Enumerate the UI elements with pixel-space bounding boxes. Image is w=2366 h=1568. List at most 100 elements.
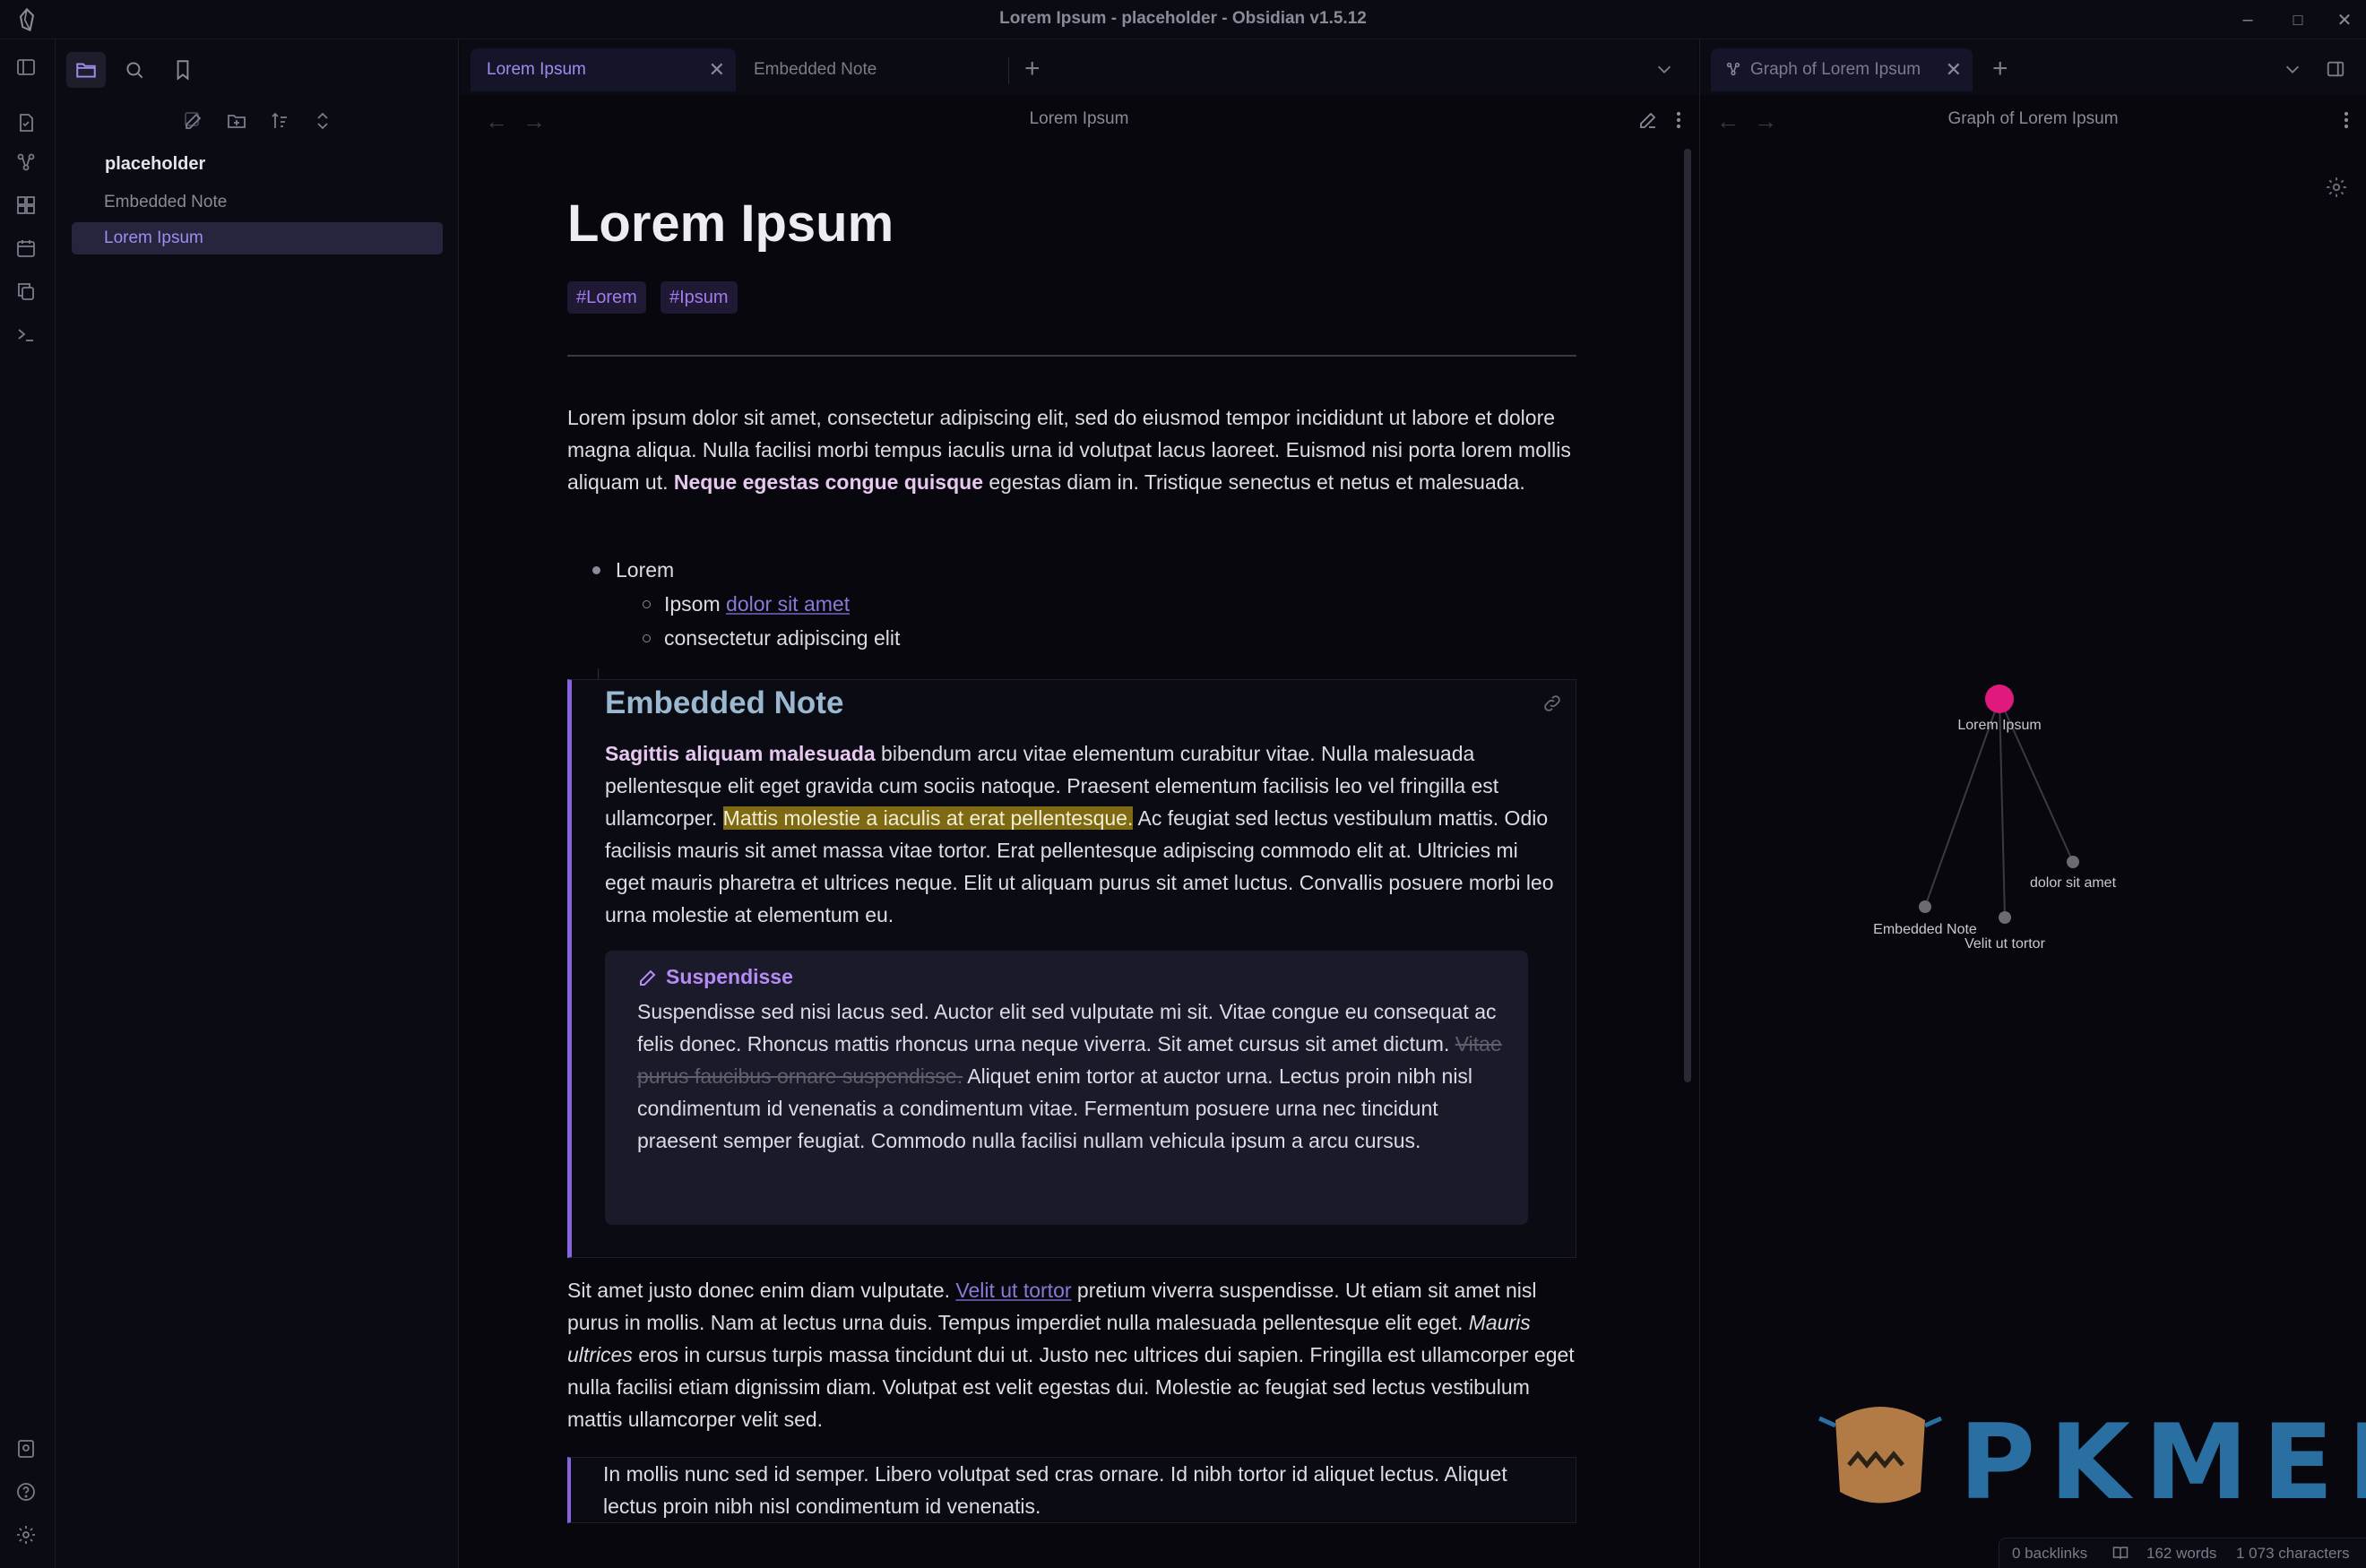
left-ribbon [0, 39, 56, 1568]
note-title[interactable]: Lorem Ipsum [567, 194, 894, 254]
file-item-lorem-ipsum[interactable]: Lorem Ipsum [72, 222, 443, 254]
more-options-icon[interactable] [1668, 109, 1691, 133]
close-tab-icon[interactable]: ✕ [1946, 48, 1962, 91]
open-link-icon[interactable] [1541, 693, 1565, 716]
bullet-ring [643, 600, 651, 608]
file-explorer-sidebar: placeholder Embedded Note Lorem Ipsum [56, 39, 459, 1568]
list-item-text: consectetur adipiscing elit [664, 626, 901, 650]
para-text: eros in cursus turpis massa tincidunt du… [567, 1343, 1575, 1431]
maximize-button[interactable]: □ [2280, 5, 2316, 34]
tab-embedded-note[interactable]: Embedded Note [738, 48, 1003, 91]
callout-block[interactable]: Suspendisse Suspendisse sed nisi lacus s… [605, 951, 1528, 1225]
canvas-icon[interactable] [13, 192, 39, 219]
tab-label: Lorem Ipsum [487, 60, 586, 79]
callout-title: Suspendisse [637, 965, 793, 989]
settings-gear-icon[interactable] [13, 1521, 39, 1548]
editor-scrollbar[interactable] [1684, 149, 1691, 1082]
close-window-button[interactable]: ✕ [2327, 5, 2362, 34]
new-tab-plus-icon[interactable]: + [1024, 56, 1041, 82]
view-title[interactable]: Lorem Ipsum [460, 109, 1698, 129]
pkmer-watermark-logo: PKMER [1809, 1393, 2366, 1523]
para-text: Suspendisse sed nisi lacus sed. Auctor e… [637, 1000, 1497, 1055]
tag-ipsum[interactable]: #Ipsum [661, 281, 738, 314]
pencil-icon [640, 969, 656, 986]
toggle-right-sidebar-icon[interactable] [2326, 59, 2345, 79]
tag-lorem[interactable]: #Lorem [567, 281, 646, 314]
open-quick-switcher-icon[interactable] [13, 109, 39, 136]
toggle-sidebar-icon[interactable] [13, 54, 39, 81]
templates-copy-icon[interactable] [13, 278, 39, 305]
para-text: egestas diam in. Tristique senectus et n… [983, 470, 1525, 494]
para-text: Sit amet justo donec enim diam vulputate… [567, 1279, 956, 1302]
reading-view-book-icon[interactable] [2111, 1544, 2130, 1566]
new-tab-plus-icon[interactable]: + [1992, 56, 2008, 82]
highlighted-text: Mattis molestie a iaculis at erat pellen… [722, 806, 1134, 830]
file-item-embedded-note[interactable]: Embedded Note [72, 186, 443, 219]
tab-label: Embedded Note [754, 60, 877, 79]
command-palette-terminal-icon[interactable] [13, 321, 39, 348]
tab-list-chevron-down-icon[interactable] [2283, 59, 2302, 79]
tab-label: Graph of Lorem Ipsum [1750, 60, 1921, 79]
editor-pane: ← → Lorem Ipsum Lorem Ipsum #Lorem #Ipsu… [460, 95, 1698, 1568]
graph-node-velit[interactable] [1999, 911, 2011, 924]
help-icon[interactable] [13, 1478, 39, 1505]
tab-lorem-ipsum[interactable]: Lorem Ipsum ✕ [471, 48, 736, 91]
graph-node-label: Lorem Ipsum [1957, 718, 2041, 733]
bullet-dot [592, 566, 600, 574]
minimize-button[interactable]: – [2230, 5, 2266, 34]
graph-node-embedded[interactable] [1919, 900, 1931, 913]
paragraph-2[interactable]: Sit amet justo donec enim diam vulputate… [567, 1274, 1576, 1435]
new-folder-icon[interactable] [220, 105, 253, 137]
close-tab-icon[interactable]: ✕ [709, 48, 725, 91]
pkmer-logo-icon [1818, 1407, 1943, 1503]
edit-mode-pencil-icon[interactable] [1637, 109, 1661, 133]
vault-switcher-icon[interactable] [13, 1435, 39, 1462]
search-tab-search-icon[interactable] [115, 52, 154, 88]
embed-title[interactable]: Embedded Note [605, 685, 843, 721]
daily-note-calendar-icon[interactable] [13, 235, 39, 262]
list-item[interactable]: consectetur adipiscing elit [643, 622, 901, 654]
status-bar: 0 backlinks 162 words 1 073 characters [1999, 1538, 2366, 1568]
embed-paragraph[interactable]: Sagittis aliquam malesuada bibendum arcu… [605, 737, 1555, 931]
bold-text: Sagittis aliquam malesuada [605, 742, 876, 765]
editor-tab-bar: Lorem Ipsum ✕ Embedded Note + [460, 39, 1698, 95]
sort-order-icon[interactable] [263, 105, 296, 137]
graph-node-lorem[interactable] [1985, 685, 2014, 713]
graph-view-icon[interactable] [13, 149, 39, 176]
tab-divider [1008, 57, 1009, 84]
callout-paragraph: Suspendisse sed nisi lacus sed. Auctor e… [637, 995, 1515, 1157]
graph-node-label: dolor sit amet [2030, 875, 2117, 891]
new-note-icon[interactable] [177, 105, 210, 137]
character-count: 1 073 characters [2236, 1545, 2350, 1562]
quote-text: In mollis nunc sed id semper. Libero vol… [603, 1462, 1507, 1518]
paragraph-1[interactable]: Lorem ipsum dolor sit amet, consectetur … [567, 401, 1576, 498]
tab-graph-of-lorem-ipsum[interactable]: Graph of Lorem Ipsum ✕ [1711, 48, 1973, 91]
backlinks-count[interactable]: 0 backlinks [2012, 1545, 2087, 1563]
vault-name[interactable]: placeholder [105, 154, 205, 175]
graph-tab-bar: Graph of Lorem Ipsum ✕ + [1699, 39, 2366, 95]
horizontal-rule [567, 355, 1576, 357]
pkmer-text: PKMER [1959, 1402, 2366, 1523]
files-tab-folder-icon[interactable] [66, 52, 106, 88]
internal-link[interactable]: dolor sit amet [726, 592, 850, 616]
graph-pane: ← → Graph of Lorem Ipsum Lorem Ipsum Embe… [1699, 95, 2366, 1568]
editor-view-header: ← → Lorem Ipsum [460, 95, 1698, 145]
list-item[interactable]: Lorem [592, 554, 675, 586]
bullet-ring [643, 634, 651, 642]
list-item-text: Lorem [616, 558, 675, 582]
tab-list-chevron-down-icon[interactable] [1654, 59, 1674, 79]
graph-node-label: Embedded Note [1873, 922, 1977, 937]
graph-canvas[interactable]: Lorem Ipsum Embedded NoteVelit ut tortor d… [1700, 95, 2366, 1568]
word-count: 162 words [2146, 1545, 2217, 1562]
graph-node-dolor[interactable] [2067, 856, 2079, 868]
embedded-note-block[interactable]: Embedded Note Sagittis aliquam malesuada… [567, 679, 1576, 1258]
callout-title-text: Suspendisse [666, 965, 793, 988]
window-title: Lorem Ipsum - placeholder - Obsidian v1.… [999, 9, 1367, 28]
internal-link[interactable]: Velit ut tortor [955, 1279, 1071, 1302]
collapse-all-chevrons-icon[interactable] [307, 105, 339, 137]
bookmarks-tab-bookmark-icon[interactable] [163, 52, 203, 88]
title-bar: Lorem Ipsum - placeholder - Obsidian v1.… [0, 0, 2366, 39]
blockquote[interactable]: In mollis nunc sed id semper. Libero vol… [567, 1457, 1576, 1523]
list-item-text: Ipsom [664, 592, 727, 616]
list-item[interactable]: Ipsom dolor sit amet [643, 588, 850, 620]
